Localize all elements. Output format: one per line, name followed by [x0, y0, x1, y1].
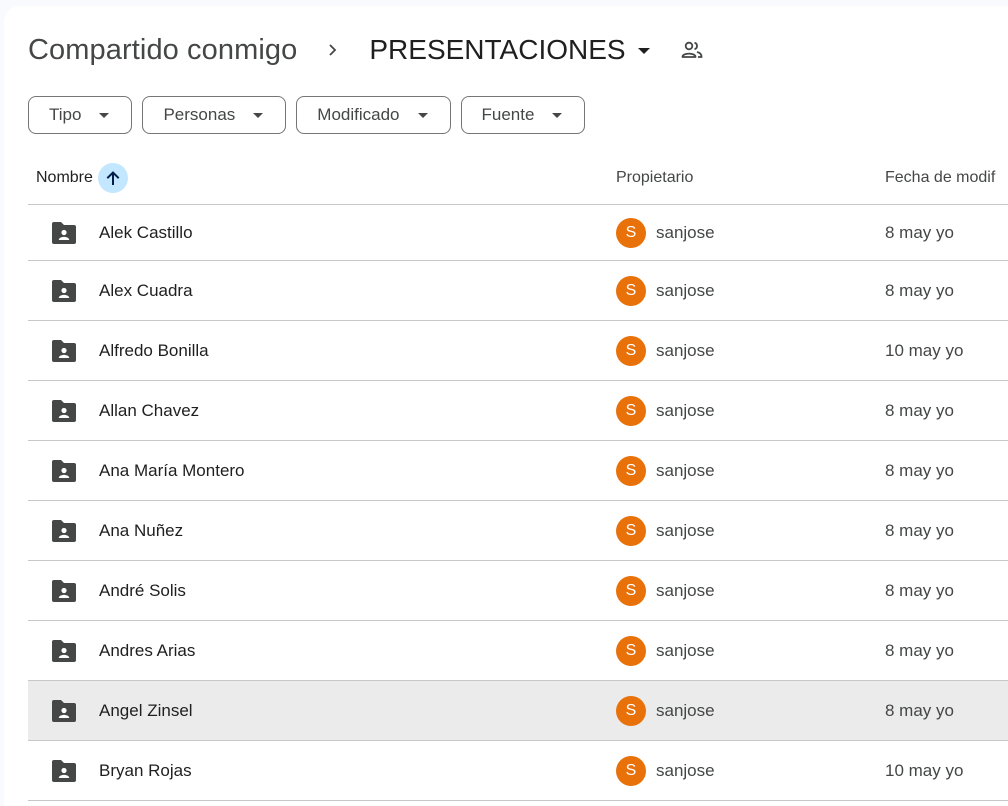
table-row[interactable]: Alex Cuadra Ssanjose 8 may yo: [28, 261, 1008, 321]
owner-name: sanjose: [656, 400, 715, 420]
arrow-up-icon: [106, 171, 120, 185]
modified-date: 8 may yo: [885, 280, 954, 300]
owner-avatar[interactable]: S: [616, 575, 646, 606]
breadcrumb: Compartido conmigo PRESENTACIONES: [28, 30, 704, 70]
table-row[interactable]: Alfredo Bonilla Ssanjose 10 may yo: [28, 321, 1008, 381]
modified-date: 8 may yo: [885, 222, 954, 242]
owner-avatar[interactable]: S: [616, 455, 646, 486]
column-name-label: Nombre: [36, 169, 93, 186]
table-row[interactable]: André Solis Ssanjose 8 may yo: [28, 561, 1008, 621]
modified-date: 8 may yo: [885, 460, 954, 480]
table-row[interactable]: Ana María Montero Ssanjose 8 may yo: [28, 441, 1008, 501]
filter-type-label: Tipo: [49, 105, 82, 124]
modified-date: 8 may yo: [885, 580, 954, 600]
shared-folder-icon: [50, 519, 78, 543]
shared-folder-icon: [50, 279, 78, 303]
owner-name: sanjose: [656, 640, 715, 660]
modified-date: 8 may yo: [885, 640, 954, 660]
owner-avatar[interactable]: S: [616, 275, 646, 306]
file-name: Alek Castillo: [99, 222, 193, 242]
filter-source-label: Fuente: [481, 105, 535, 124]
filter-modified-label: Modificado: [317, 105, 400, 124]
shared-folder-icon: [50, 339, 78, 363]
column-header-date[interactable]: Fecha de modif: [885, 152, 995, 204]
owner-name: sanjose: [656, 520, 715, 540]
file-name: Ana María Montero: [99, 460, 245, 480]
breadcrumb-current-label: PRESENTACIONES: [369, 34, 626, 65]
caret-down-icon: [552, 112, 563, 118]
filter-modified[interactable]: Modificado: [296, 96, 451, 134]
owner-name: sanjose: [656, 580, 715, 600]
caret-down-icon: [417, 112, 428, 118]
file-name: André Solis: [99, 580, 186, 600]
shared-folder-icon: [50, 399, 78, 423]
table-row[interactable]: Allan Chavez Ssanjose 8 may yo: [28, 381, 1008, 441]
shared-folder-icon: [50, 759, 78, 783]
table-row[interactable]: Bryan Rojas Ssanjose 10 may yo: [28, 741, 1008, 801]
breadcrumb-root[interactable]: Compartido conmigo: [28, 34, 297, 67]
shared-folder-icon: [50, 639, 78, 663]
modified-date: 8 may yo: [885, 400, 954, 420]
table-header: Nombre Propietario Fecha de modif: [28, 152, 1008, 205]
table-row[interactable]: Ana Nuñez Ssanjose 8 may yo: [28, 501, 1008, 561]
owner-avatar[interactable]: S: [616, 217, 646, 248]
shared-folder-icon: [50, 699, 78, 723]
column-owner-label: Propietario: [616, 169, 694, 186]
owner-avatar[interactable]: S: [616, 695, 646, 726]
file-name: Allan Chavez: [99, 400, 200, 420]
modified-date: 8 may yo: [885, 520, 954, 540]
file-name: Alex Cuadra: [99, 280, 193, 300]
column-header-owner[interactable]: Propietario: [616, 152, 693, 204]
owner-name: sanjose: [656, 340, 715, 360]
modified-date: 10 may yo: [885, 340, 964, 360]
people-icon[interactable]: [680, 38, 704, 62]
modified-date: 10 may yo: [885, 760, 964, 780]
filter-type[interactable]: Tipo: [28, 96, 133, 134]
file-list: Alek Castillo Ssanjose 8 may yo Alex Cuadra…: [28, 205, 1008, 801]
file-name: Ana Nuñez: [99, 520, 184, 540]
filter-source[interactable]: Fuente: [460, 96, 586, 134]
column-date-label: Fecha de modif: [885, 169, 996, 186]
column-header-name[interactable]: Nombre: [36, 152, 128, 204]
file-name: Andres Arias: [99, 640, 196, 660]
breadcrumb-current-folder[interactable]: PRESENTACIONES: [369, 34, 650, 66]
filter-people-label: Personas: [163, 105, 236, 124]
caret-down-icon: [99, 112, 110, 118]
table-row[interactable]: Andres Arias Ssanjose 8 may yo: [28, 621, 1008, 681]
filter-bar: Tipo Personas Modificado Fuente: [28, 96, 586, 134]
owner-name: sanjose: [656, 280, 715, 300]
owner-avatar[interactable]: S: [616, 335, 646, 366]
owner-avatar[interactable]: S: [616, 515, 646, 546]
shared-folder-icon: [50, 459, 78, 483]
owner-name: sanjose: [656, 460, 715, 480]
table-row[interactable]: Alek Castillo Ssanjose 8 may yo: [28, 205, 1008, 261]
owner-name: sanjose: [656, 222, 715, 242]
caret-down-icon: [253, 112, 264, 118]
sort-direction-button[interactable]: [97, 163, 128, 193]
owner-avatar[interactable]: S: [616, 635, 646, 666]
chevron-right-icon: [323, 40, 343, 60]
caret-down-icon: [637, 48, 650, 54]
owner-avatar[interactable]: S: [616, 395, 646, 426]
file-name: Bryan Rojas: [99, 760, 192, 780]
owner-name: sanjose: [656, 700, 715, 720]
file-name: Angel Zinsel: [99, 700, 193, 720]
file-name: Alfredo Bonilla: [99, 340, 209, 360]
modified-date: 8 may yo: [885, 700, 954, 720]
table-row[interactable]: Angel Zinsel Ssanjose 8 may yo: [28, 681, 1008, 741]
filter-people[interactable]: Personas: [142, 96, 287, 134]
shared-folder-icon: [50, 579, 78, 603]
owner-avatar[interactable]: S: [616, 755, 646, 786]
shared-folder-icon: [50, 221, 78, 245]
owner-name: sanjose: [656, 760, 715, 780]
